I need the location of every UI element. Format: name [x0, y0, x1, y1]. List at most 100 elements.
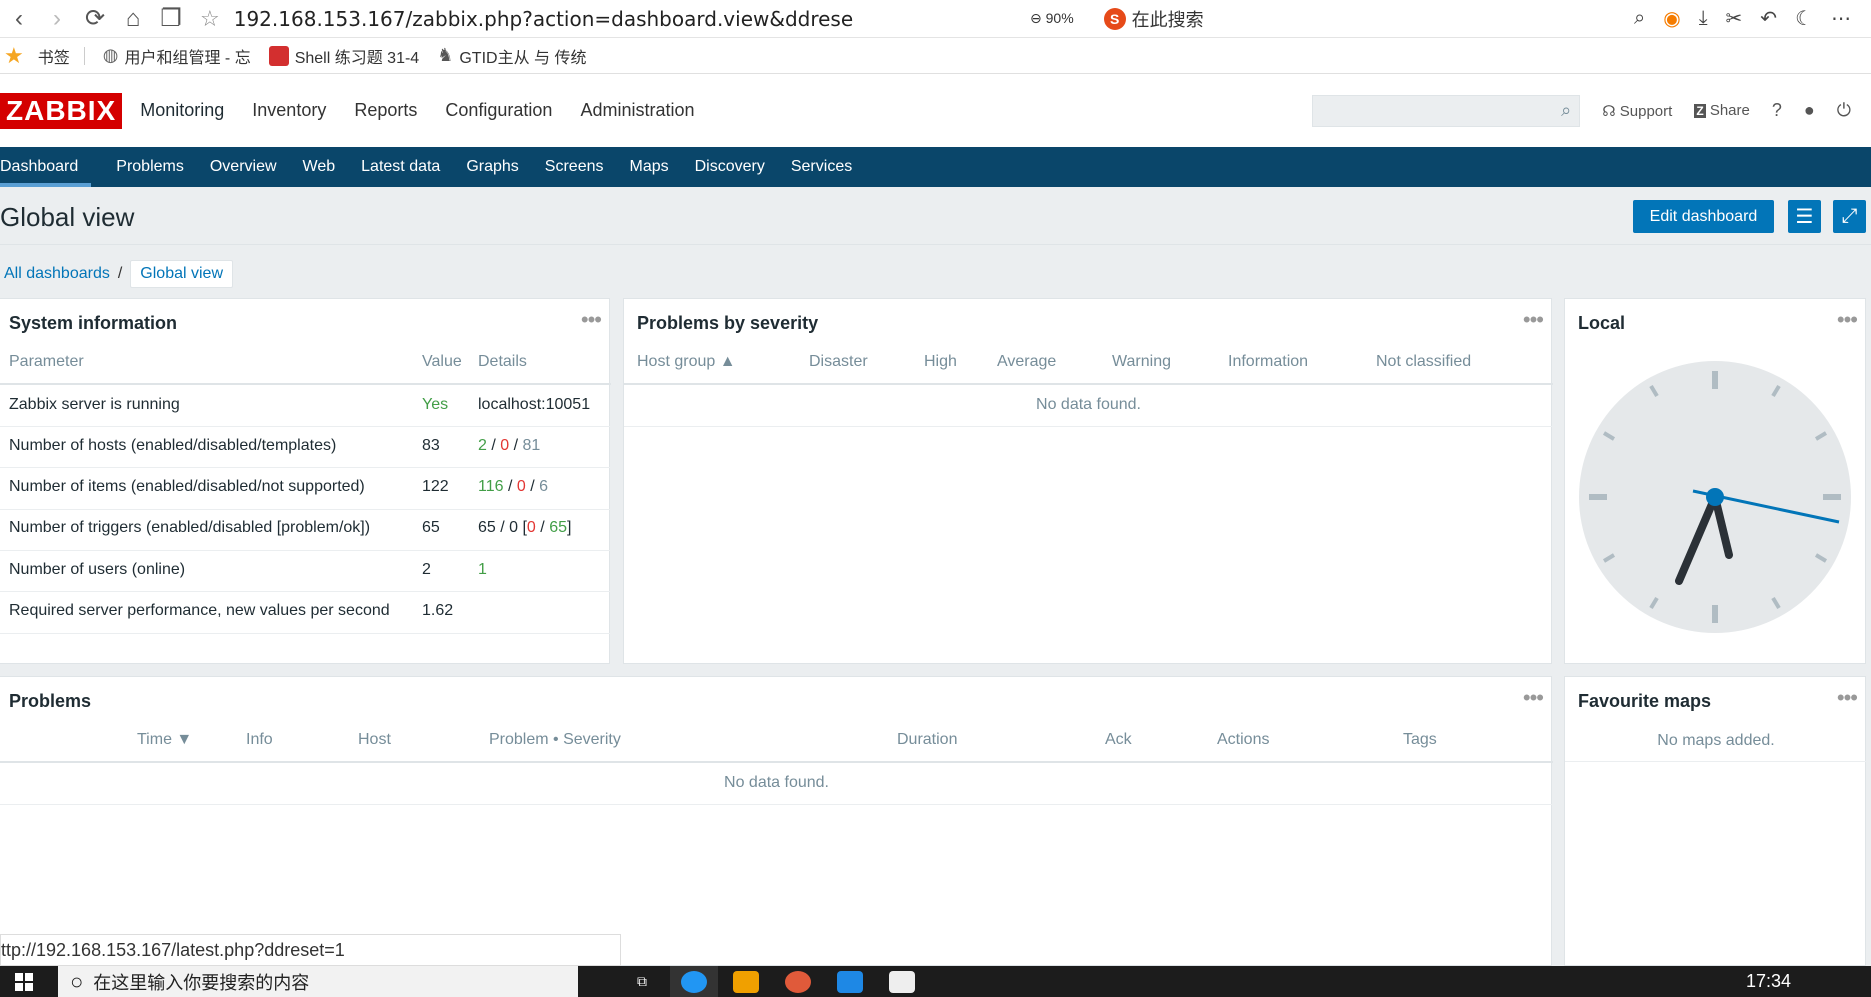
forward-icon[interactable]: ›	[38, 0, 76, 38]
support-link[interactable]: ☊ Support	[1602, 102, 1672, 120]
address-bar[interactable]: ☆ 192.168.153.167/zabbix.php?action=dash…	[200, 0, 1000, 38]
zoom-icon: ⊖	[1030, 10, 1042, 26]
submenu-latest-data[interactable]: Latest data	[348, 147, 453, 187]
zabbix-logo[interactable]: ZABBIX	[0, 92, 123, 129]
browser-search[interactable]: S 在此搜索	[1103, 6, 1364, 32]
breadcrumb-all-dashboards[interactable]: All dashboards	[4, 265, 110, 283]
col-time[interactable]: Time ▼	[137, 731, 192, 749]
table-row-details: localhost:10051	[478, 396, 591, 413]
taskbar-search-input[interactable]: ○ 在这里输入你要搜索的内容	[58, 966, 578, 997]
bookmark-item-shell[interactable]: Shell 练习题 31-4	[268, 44, 420, 68]
taskbar-app-blue[interactable]	[826, 966, 874, 997]
home-icon[interactable]: ⌂	[114, 0, 152, 38]
browser-search-label: 在此搜索	[1131, 9, 1204, 30]
undo-icon[interactable]: ↶	[1760, 6, 1777, 31]
slash: /	[540, 519, 545, 536]
submenu-discovery[interactable]: Discovery	[682, 147, 778, 187]
submenu-graphs[interactable]: Graphs	[453, 147, 531, 187]
magnifier-icon[interactable]: ⌕	[1634, 7, 1645, 30]
row-divider	[624, 426, 1553, 427]
table-row-param: Number of users (online)	[9, 561, 186, 578]
taskbar-app-browser[interactable]	[670, 966, 718, 997]
submenu-services[interactable]: Services	[778, 147, 865, 187]
search-icon: ○	[70, 968, 84, 994]
menu-reports[interactable]: Reports	[354, 100, 417, 121]
dashboard-actions-button[interactable]: ☰	[1788, 200, 1821, 233]
hosts-enabled: 2	[478, 437, 487, 454]
taskbar-app-xshell[interactable]	[774, 966, 822, 997]
url-text[interactable]: 192.168.153.167/zabbix.php?action=dashbo…	[234, 7, 874, 31]
table-row-param: Number of items (enabled/disabled/not su…	[9, 478, 365, 495]
row-divider	[1565, 761, 1867, 762]
no-maps-message: No maps added.	[1657, 732, 1775, 749]
bookmark-label: Shell 练习题 31-4	[294, 49, 420, 67]
col-actions: Actions	[1217, 731, 1270, 748]
menu-monitoring[interactable]: Monitoring	[140, 100, 224, 121]
table-row-value: 2	[422, 561, 431, 578]
sign-out-icon[interactable]: ⏻	[1837, 100, 1851, 121]
widget-menu-icon[interactable]: •••	[1523, 307, 1544, 333]
system-information-widget: System information ••• Parameter Value D…	[0, 298, 611, 664]
help-icon[interactable]: ?	[1772, 100, 1782, 121]
menu-configuration[interactable]: Configuration	[445, 100, 552, 121]
reload-icon[interactable]: ⟳	[76, 0, 114, 38]
col-high: High	[924, 353, 957, 370]
menu-administration[interactable]: Administration	[580, 100, 694, 121]
submenu-dashboard[interactable]: Dashboard	[0, 147, 92, 187]
edit-dashboard-button[interactable]: Edit dashboard	[1633, 200, 1774, 233]
zoom-level[interactable]: ⊖ 90%	[1030, 10, 1074, 27]
share-link[interactable]: Z Share	[1694, 102, 1750, 119]
bookmark-item-users[interactable]: ◍ 用户和组管理 - 忘	[103, 44, 251, 68]
bookmark-item-gtid[interactable]: ♞ GTID主从 与 传统	[437, 44, 586, 68]
table-row-details: 1	[478, 561, 487, 578]
headset-icon: ☊	[1602, 102, 1616, 120]
user-profile-icon[interactable]: ●	[1804, 100, 1815, 121]
col-host-group[interactable]: Host group ▲	[637, 353, 736, 371]
search-icon[interactable]: ⌕	[1561, 100, 1571, 121]
bookmark-label: 用户和组管理 - 忘	[124, 49, 251, 67]
submenu-problems[interactable]: Problems	[103, 147, 197, 187]
scissors-icon[interactable]: ✂	[1726, 6, 1743, 31]
submenu-maps[interactable]: Maps	[617, 147, 682, 187]
task-view-icon[interactable]: ⧉	[618, 966, 666, 997]
breadcrumb-separator: /	[117, 265, 123, 282]
os-taskbar: ○ 在这里输入你要搜索的内容 ⧉ 17:34	[0, 966, 1871, 997]
main-menu: Monitoring Inventory Reports Configurati…	[140, 100, 694, 121]
global-search-input[interactable]: ⌕	[1312, 94, 1581, 127]
table-row-param: Number of triggers (enabled/disabled [pr…	[9, 519, 371, 536]
reader-icon[interactable]: ❐	[152, 0, 190, 38]
row-divider	[0, 467, 611, 468]
back-icon[interactable]: ‹	[0, 0, 38, 38]
taskbar-app-media[interactable]	[878, 966, 926, 997]
submenu-overview[interactable]: Overview	[197, 147, 290, 187]
problems-widget: Problems ••• Time ▼ Info Host Problem • …	[0, 676, 1553, 966]
windows-start-icon[interactable]	[0, 966, 48, 997]
clock-center	[1706, 488, 1724, 506]
col-details: Details	[478, 353, 527, 370]
header-divider	[0, 383, 611, 385]
widget-title: Problems	[9, 691, 92, 711]
download-icon[interactable]: ⤓	[1699, 7, 1708, 30]
expand-icon: ⤢	[1841, 205, 1858, 227]
col-problem-severity: Problem • Severity	[489, 731, 621, 748]
bookmark-star-icon[interactable]: ☆	[200, 6, 220, 32]
taskbar-app-vmware[interactable]	[722, 966, 770, 997]
night-mode-icon[interactable]: ☾	[1795, 6, 1813, 31]
widget-menu-icon[interactable]: •••	[1837, 685, 1858, 711]
submenu-screens[interactable]: Screens	[532, 147, 617, 187]
widget-menu-icon[interactable]: •••	[581, 307, 602, 333]
widget-menu-icon[interactable]: •••	[1837, 307, 1858, 333]
table-row-details: 65 / 0 [0 / 65]	[478, 519, 571, 537]
widget-menu-icon[interactable]: •••	[1523, 685, 1544, 711]
bookmark-label: GTID主从 与 传统	[459, 49, 587, 67]
taskbar-clock[interactable]: 17:34	[1746, 971, 1871, 992]
col-tags: Tags	[1403, 731, 1437, 748]
game-icon[interactable]: ◉	[1663, 6, 1680, 31]
breadcrumb-current[interactable]: Global view	[130, 260, 233, 288]
fullscreen-button[interactable]: ⤢	[1833, 200, 1866, 233]
submenu-web[interactable]: Web	[290, 147, 349, 187]
menu-inventory[interactable]: Inventory	[252, 100, 326, 121]
more-icon[interactable]: ⋯	[1831, 6, 1851, 31]
triggers-problem: 0	[526, 519, 536, 536]
bookmarks-label[interactable]: 书签	[38, 44, 70, 68]
